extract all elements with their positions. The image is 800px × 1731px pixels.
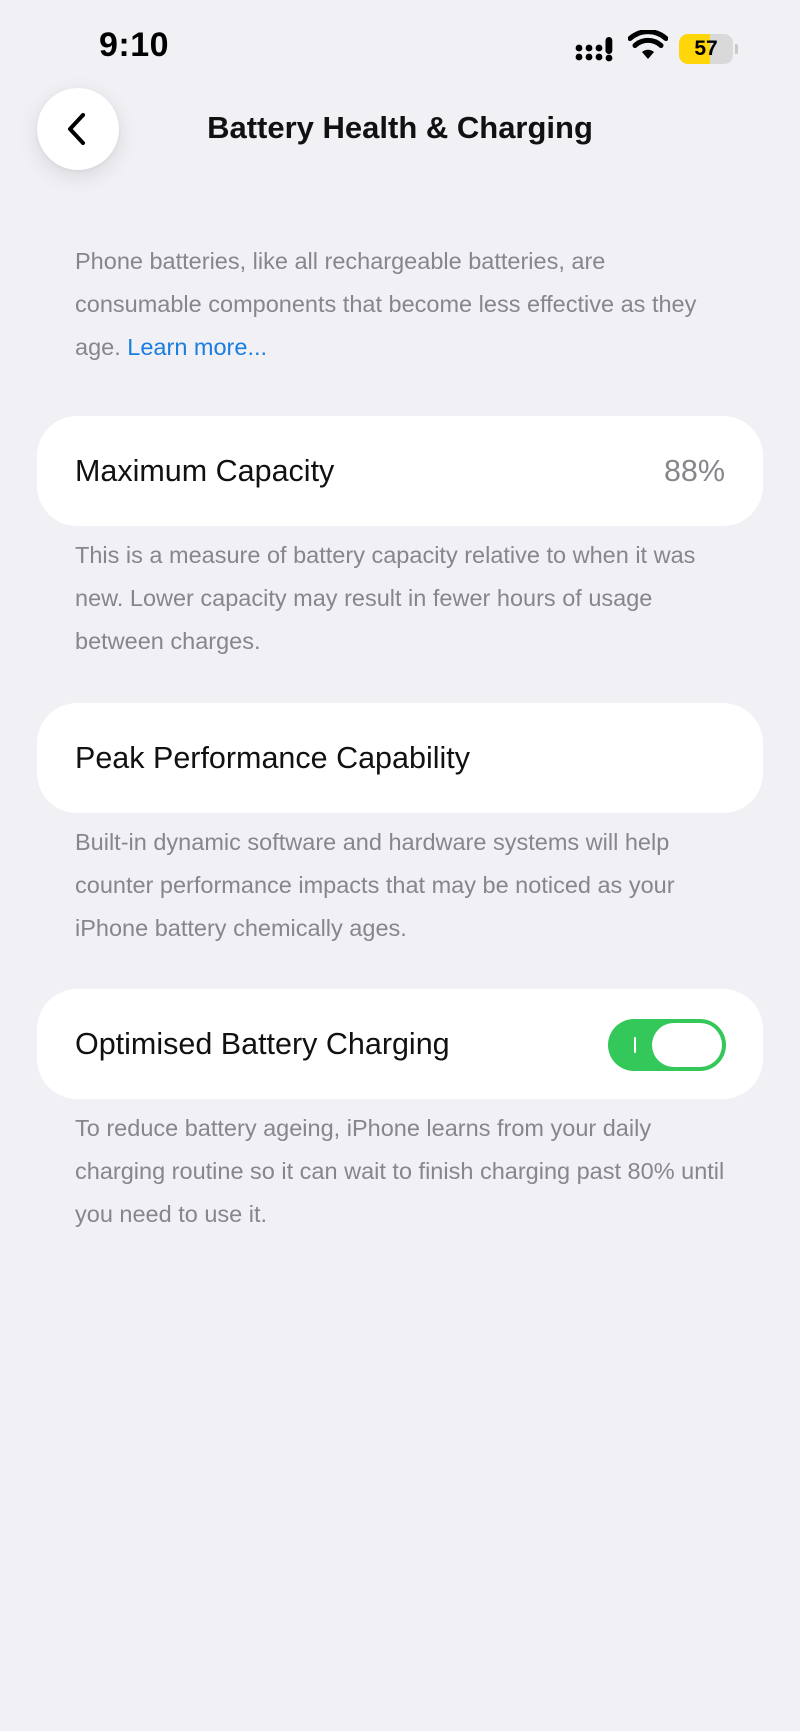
maximum-capacity-row: Maximum Capacity 88% xyxy=(37,416,763,526)
battery-cap xyxy=(735,44,738,54)
signal-bars-icon xyxy=(575,37,613,62)
toggle-knob xyxy=(652,1023,722,1067)
battery-health-screen: 9:10 57 Battery Health & Charging Phone … xyxy=(0,0,800,1731)
status-time: 9:10 xyxy=(99,26,170,64)
optimised-charging-label: Optimised Battery Charging xyxy=(75,1027,450,1061)
optimised-charging-row: Optimised Battery Charging xyxy=(37,989,763,1099)
learn-more-link[interactable]: Learn more... xyxy=(127,334,267,360)
battery-body: 57 xyxy=(679,34,733,64)
chevron-left-icon xyxy=(68,113,85,145)
battery-percentage: 57 xyxy=(694,37,718,60)
maximum-capacity-description: This is a measure of battery capacity re… xyxy=(75,542,696,654)
maximum-capacity-value: 88% xyxy=(663,454,725,488)
peak-performance-row: Peak Performance Capability xyxy=(37,703,763,813)
back-button[interactable] xyxy=(37,88,119,170)
peak-performance-description: Built-in dynamic software and hardware s… xyxy=(75,829,675,941)
optimised-charging-toggle[interactable] xyxy=(608,1019,726,1071)
maximum-capacity-label: Maximum Capacity xyxy=(75,454,335,488)
optimised-charging-description: To reduce battery ageing, iPhone learns … xyxy=(75,1115,725,1227)
toggle-on-indicator xyxy=(634,1037,636,1053)
wifi-icon xyxy=(628,30,668,59)
battery-icon: 57 xyxy=(679,34,738,64)
intro-description: Phone batteries, like all rechargeable b… xyxy=(75,240,735,369)
peak-performance-label: Peak Performance Capability xyxy=(75,741,470,775)
page-title: Battery Health & Charging xyxy=(207,110,593,145)
